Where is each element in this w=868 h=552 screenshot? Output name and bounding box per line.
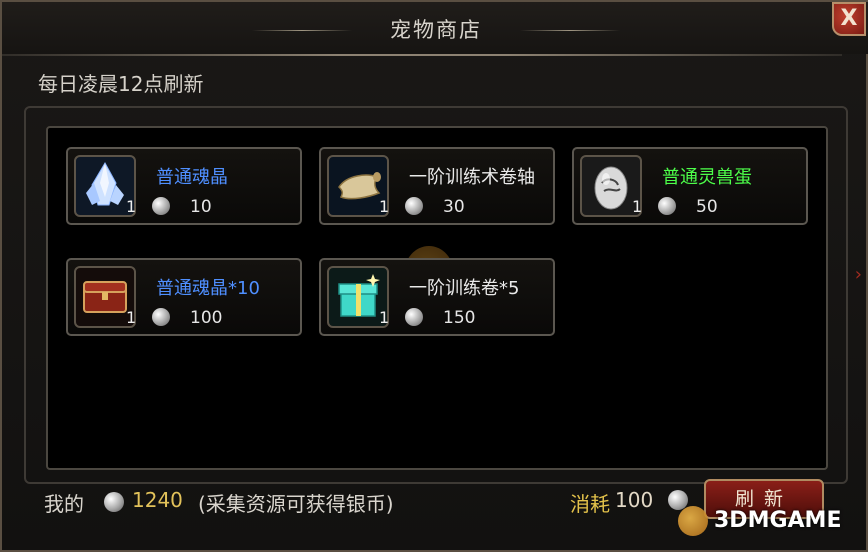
item-price: 10 xyxy=(190,197,212,217)
item-name: 一阶训练卷*5 xyxy=(409,278,520,299)
shop-item-3[interactable]: 1 普通灵兽蛋 50 xyxy=(572,147,808,225)
refresh-cost-label: 消耗 xyxy=(570,492,610,516)
chevron-right-icon[interactable]: › xyxy=(855,264,862,285)
silver-balance: 1240 xyxy=(132,488,183,512)
silver-coin-icon xyxy=(405,197,423,215)
daily-refresh-note: 每日凌晨12点刷新 xyxy=(38,72,204,96)
shop-item-1[interactable]: 1 普通魂晶 10 xyxy=(66,147,302,225)
watermark-text: 3DMGAME xyxy=(714,508,842,533)
pet-shop-window: 宠物商店 X 每日凌晨12点刷新 1 普通魂晶 10 1 一阶训练术卷轴 30 … xyxy=(0,0,868,552)
item-quantity: 1 xyxy=(126,197,137,216)
my-silver-label: 我的 xyxy=(44,492,84,516)
item-price: 100 xyxy=(190,308,223,328)
title-bar: 宠物商店 xyxy=(2,2,868,54)
item-name: 普通灵兽蛋 xyxy=(662,167,752,188)
shop-item-5[interactable]: 1 一阶训练卷*5 150 xyxy=(319,258,555,336)
item-name: 普通魂晶*10 xyxy=(156,278,260,299)
silver-coin-icon xyxy=(658,197,676,215)
close-button[interactable]: X xyxy=(832,2,866,36)
item-quantity: 1 xyxy=(379,197,390,216)
item-price: 150 xyxy=(443,308,476,328)
item-quantity: 1 xyxy=(126,308,137,327)
item-name: 一阶训练术卷轴 xyxy=(409,167,535,188)
item-price: 50 xyxy=(696,197,718,217)
refresh-cost-value: 100 xyxy=(615,488,654,512)
item-quantity: 1 xyxy=(379,308,390,327)
silver-source-note: (采集资源可获得银币) xyxy=(198,492,394,516)
title-divider xyxy=(2,54,842,56)
silver-coin-icon xyxy=(405,308,423,326)
silver-coin-icon xyxy=(104,492,124,512)
silver-coin-icon xyxy=(152,308,170,326)
item-quantity: 1 xyxy=(632,197,643,216)
shop-item-2[interactable]: 1 一阶训练术卷轴 30 xyxy=(319,147,555,225)
item-price: 30 xyxy=(443,197,465,217)
window-title: 宠物商店 xyxy=(390,18,482,42)
silver-coin-icon xyxy=(152,197,170,215)
item-name: 普通魂晶 xyxy=(156,167,228,188)
watermark-logo-icon xyxy=(678,506,708,536)
shop-item-4[interactable]: 1 普通魂晶*10 100 xyxy=(66,258,302,336)
